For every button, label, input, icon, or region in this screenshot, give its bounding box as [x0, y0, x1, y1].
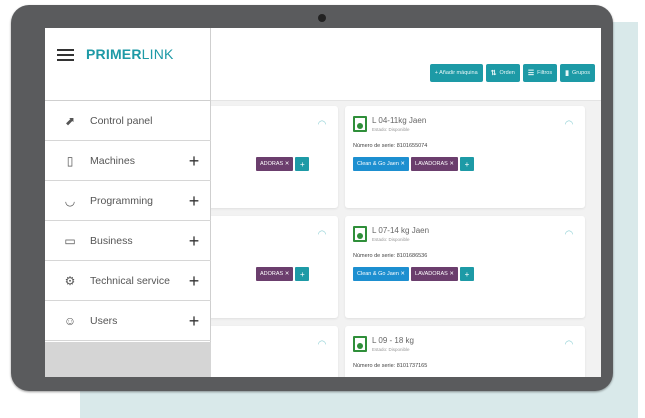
- expand-icon[interactable]: +: [184, 232, 204, 250]
- sidebar-item-control-panel[interactable]: ⬈ Control panel: [45, 101, 211, 141]
- sidebar-item-label: Programming: [90, 194, 154, 207]
- tag-clean-go[interactable]: Clean & Go Jaen ✕: [353, 267, 410, 281]
- expand-icon[interactable]: +: [184, 312, 204, 330]
- sidebar-item-label: Technical service: [90, 274, 170, 287]
- order-label: Orden: [499, 70, 515, 76]
- logo-secondary: LINK: [141, 46, 174, 62]
- machine-card[interactable]: L 09 - 18 kg Estado: Disponible ◠ Número…: [345, 326, 585, 377]
- groups-label: Grupos: [571, 70, 590, 76]
- sort-icon: ⇅: [490, 70, 497, 77]
- machine-name: L 09 - 18 kg: [372, 336, 414, 345]
- wifi-icon: ◠: [564, 119, 574, 130]
- machine-name: L 04-11kg Jaen: [372, 116, 427, 125]
- stage: + Añadir máquina ⇅ Orden ☰ Filtros ▮ Grupos…: [0, 0, 645, 418]
- tag-lavadoras[interactable]: ADORAS ✕: [256, 157, 294, 171]
- card-tags: Clean & Go Jaen ✕ LAVADORAS ✕ +: [353, 157, 474, 171]
- logo: PRIMERLINK: [86, 46, 174, 62]
- groups-button[interactable]: ▮ Grupos: [560, 64, 595, 82]
- machine-card[interactable]: L 04-11kg Jaen Estado: Disponible ◠ Núme…: [345, 106, 585, 208]
- filters-label: Filtros: [537, 70, 553, 76]
- wash-tub-icon: ◡: [64, 193, 76, 208]
- bookmark-icon: ▮: [565, 70, 569, 77]
- logo-primary: PRIMER: [86, 46, 142, 62]
- users-icon: ☺: [63, 313, 77, 328]
- sidebar-footer: [45, 342, 211, 377]
- machine-status: Estado: Disponible: [372, 347, 410, 352]
- washing-machine-icon: [353, 116, 367, 132]
- add-tag-button[interactable]: +: [295, 267, 310, 281]
- sidebar-item-label: Business: [90, 234, 133, 247]
- sidebar-item-programming[interactable]: ◡ Programming +: [45, 181, 211, 221]
- serial-number: Número de serie: 8101655074: [353, 143, 428, 149]
- machine-card[interactable]: L 07-14 kg Jaen Estado: Disponible ◠ Núm…: [345, 216, 585, 318]
- toolbar: + Añadir máquina ⇅ Orden ☰ Filtros ▮ Grupos: [429, 64, 595, 82]
- add-tag-button[interactable]: +: [295, 157, 310, 171]
- sidebar-item-label: Control panel: [90, 114, 153, 127]
- tablet-frame: + Añadir máquina ⇅ Orden ☰ Filtros ▮ Grupos…: [11, 5, 613, 391]
- machine-status: Estado: Disponible: [372, 127, 410, 132]
- tag-label: Clean & Go Jaen ✕: [357, 161, 406, 167]
- gear-hand-icon: ⚙: [64, 273, 76, 288]
- washing-machine-icon: ▯: [66, 153, 74, 168]
- sidebar-header: PRIMERLINK: [45, 28, 210, 101]
- filters-button[interactable]: ☰ Filtros: [522, 64, 558, 82]
- filter-icon: ☰: [527, 70, 535, 77]
- card-tags: ADORAS ✕ +: [256, 267, 310, 281]
- camera-icon: [318, 14, 326, 22]
- wifi-icon: ◠: [317, 119, 327, 130]
- tag-label: LAVADORAS ✕: [415, 271, 454, 277]
- sidebar-item-label: Users: [90, 314, 118, 327]
- washing-machine-icon: [353, 336, 367, 352]
- briefcase-icon: ▭: [64, 233, 76, 248]
- card-tags: Clean & Go Jaen ✕ LAVADORAS ✕ +: [353, 267, 474, 281]
- menu-icon[interactable]: [57, 49, 74, 61]
- add-tag-button[interactable]: +: [459, 267, 474, 281]
- tag-lavadoras[interactable]: ADORAS ✕: [256, 267, 294, 281]
- card-tags: ADORAS ✕ +: [256, 157, 310, 171]
- expand-icon[interactable]: +: [184, 152, 204, 170]
- sidebar-item-business[interactable]: ▭ Business +: [45, 221, 211, 261]
- sidebar-item-users[interactable]: ☺ Users +: [45, 301, 211, 341]
- sidebar: PRIMERLINK ⬈ Control panel ▯ Machines + …: [45, 28, 211, 377]
- app-screen: + Añadir máquina ⇅ Orden ☰ Filtros ▮ Grupos…: [45, 28, 601, 377]
- serial-number: Número de serie: 8101737165: [353, 363, 428, 369]
- add-tag-button[interactable]: +: [459, 157, 474, 171]
- wifi-icon: ◠: [564, 339, 574, 350]
- expand-icon[interactable]: +: [184, 272, 204, 290]
- machine-name: L 07-14 kg Jaen: [372, 226, 430, 235]
- tag-clean-go[interactable]: Clean & Go Jaen ✕: [353, 157, 410, 171]
- tag-label: LAVADORAS ✕: [415, 161, 454, 167]
- wifi-icon: ◠: [564, 229, 574, 240]
- machine-status: Estado: Disponible: [372, 237, 410, 242]
- sidebar-item-technical-service[interactable]: ⚙ Technical service +: [45, 261, 211, 301]
- sidebar-item-label: Machines: [90, 154, 135, 167]
- order-button[interactable]: ⇅ Orden: [485, 64, 520, 82]
- tag-label: ADORAS ✕: [260, 161, 290, 167]
- serial-number: Número de serie: 8101686536: [353, 253, 428, 259]
- sidebar-item-machines[interactable]: ▯ Machines +: [45, 141, 211, 181]
- expand-icon[interactable]: +: [184, 192, 204, 210]
- chart-icon: ⬈: [64, 113, 76, 128]
- tag-label: ADORAS ✕: [260, 271, 290, 277]
- tag-lavadoras[interactable]: LAVADORAS ✕: [411, 157, 458, 171]
- wifi-icon: ◠: [317, 229, 327, 240]
- washing-machine-icon: [353, 226, 367, 242]
- wifi-icon: ◠: [317, 339, 327, 350]
- add-machine-label: + Añadir máquina: [434, 70, 478, 76]
- add-machine-button[interactable]: + Añadir máquina: [429, 64, 483, 82]
- tag-lavadoras[interactable]: LAVADORAS ✕: [411, 267, 458, 281]
- tag-label: Clean & Go Jaen ✕: [357, 271, 406, 277]
